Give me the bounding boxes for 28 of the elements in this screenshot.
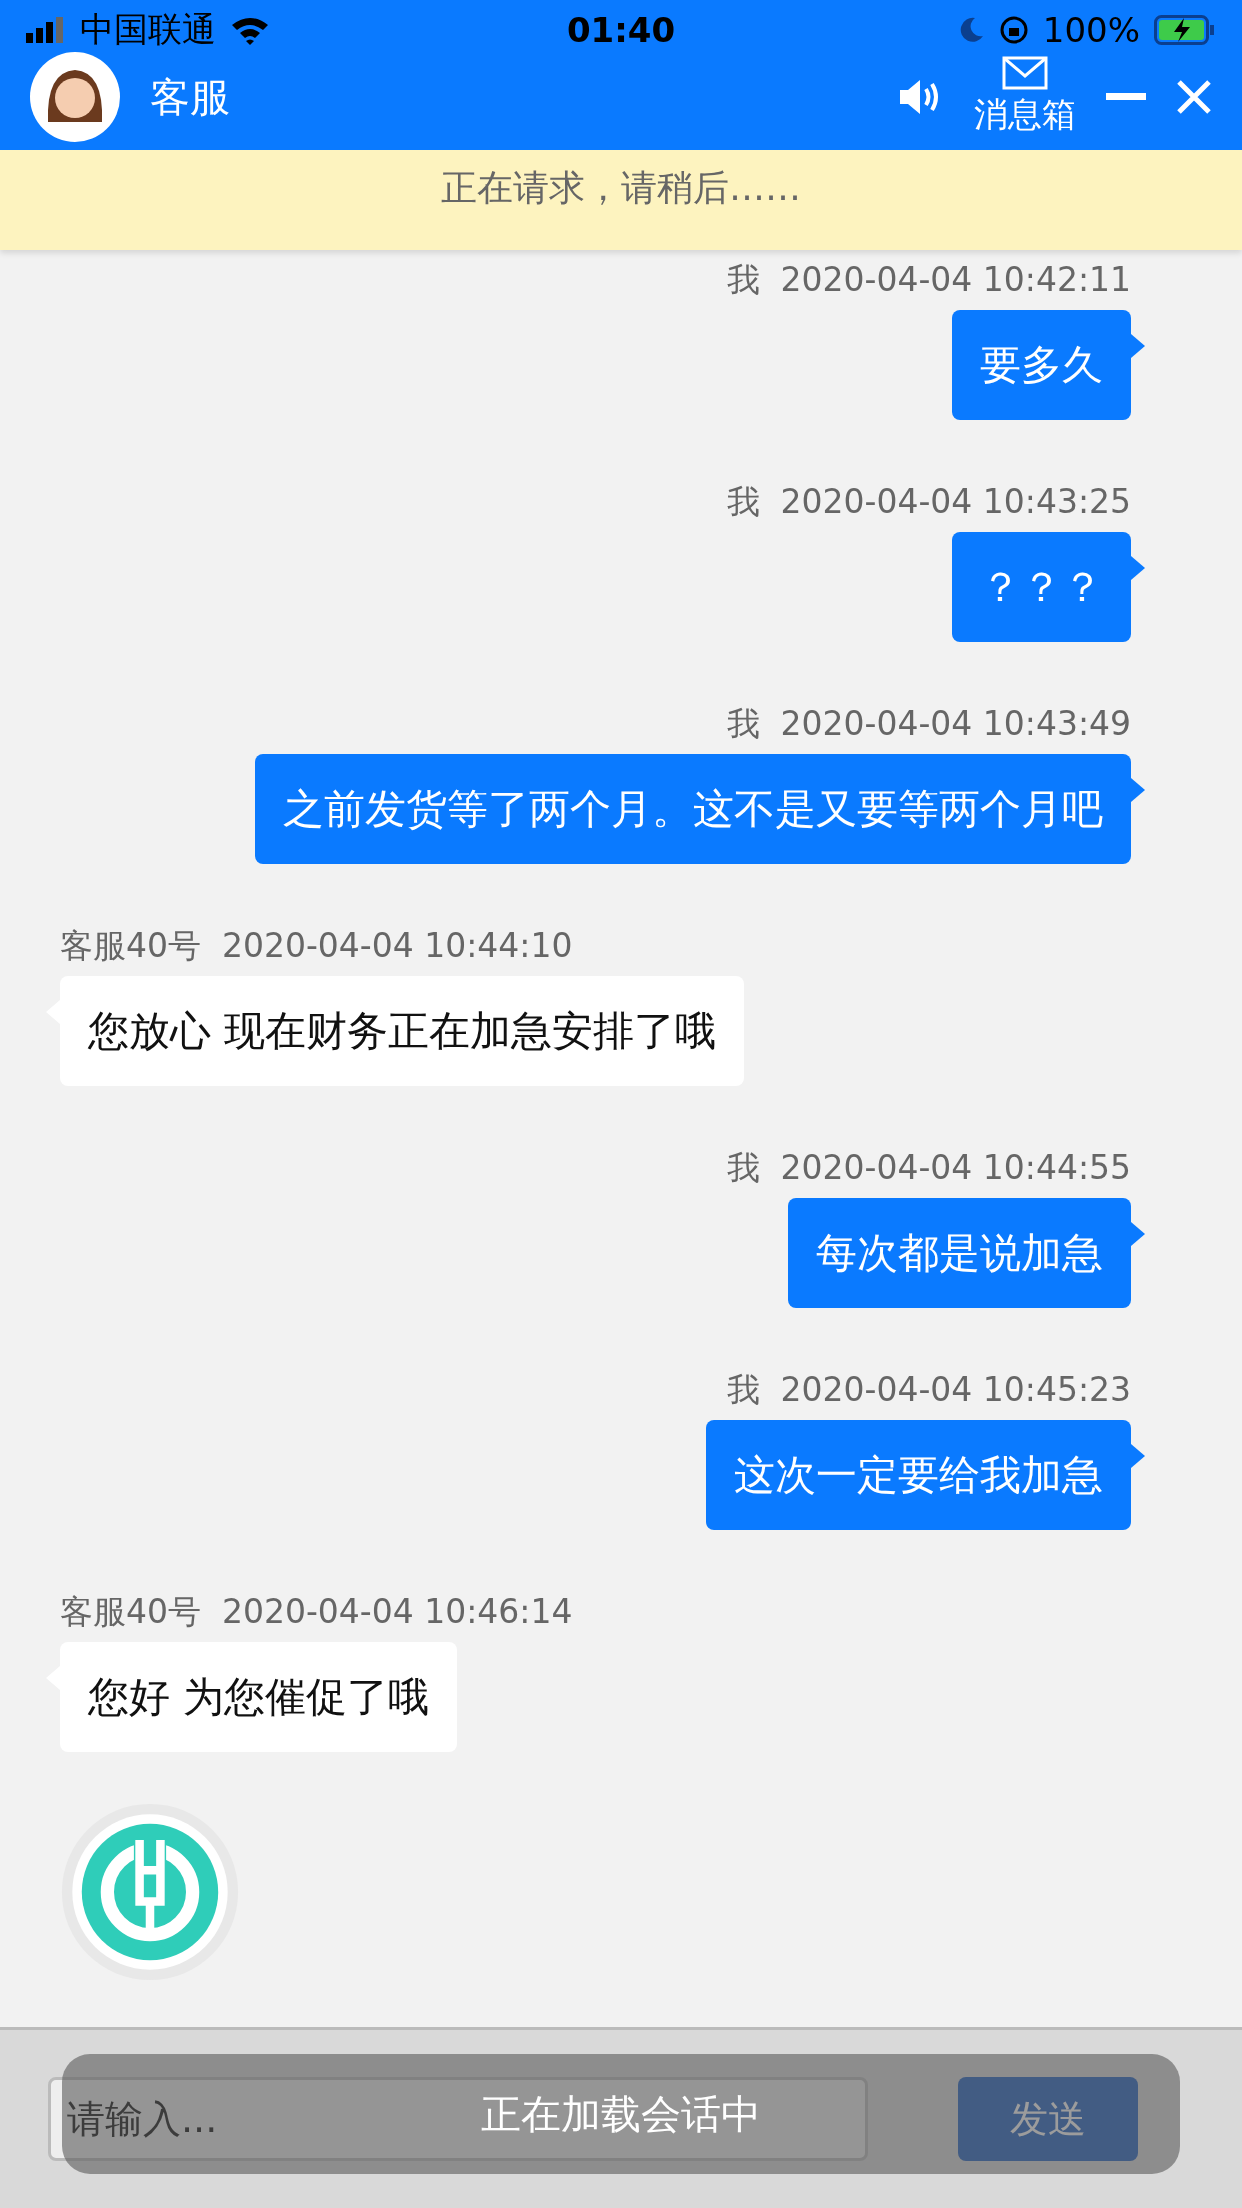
battery-icon bbox=[1154, 15, 1216, 45]
carrier-name: 中国联通 bbox=[80, 8, 216, 51]
message-meta: 我 2020-04-04 10:44:55 bbox=[726, 1147, 1131, 1189]
message-meta: 我 2020-04-04 10:45:23 bbox=[726, 1369, 1131, 1411]
circle-logo-icon bbox=[60, 1802, 240, 1982]
bubble-tail bbox=[1131, 334, 1145, 358]
message-meta: 客服40号 2020-04-04 10:44:10 bbox=[60, 925, 573, 967]
message-meta: 我 2020-04-04 10:43:49 bbox=[726, 703, 1131, 745]
minimize-icon[interactable] bbox=[1106, 93, 1146, 101]
toast-text: 正在加载会话中 bbox=[481, 2089, 761, 2139]
message-meta: 我 2020-04-04 10:43:25 bbox=[726, 481, 1131, 523]
message-meta: 我 2020-04-04 10:42:11 bbox=[726, 259, 1131, 301]
send-button[interactable]: 发送 bbox=[958, 2077, 1138, 2161]
chat-title: 客服 bbox=[150, 72, 230, 122]
bubble-tail bbox=[1131, 556, 1145, 580]
bubble-tail bbox=[1131, 1444, 1145, 1468]
bubble-tail bbox=[1131, 778, 1145, 802]
wifi-icon bbox=[230, 15, 270, 45]
battery-percent: 100% bbox=[1042, 10, 1140, 50]
close-icon[interactable] bbox=[1176, 79, 1212, 115]
bubble-tail bbox=[1131, 1222, 1145, 1246]
signal-icon bbox=[26, 17, 66, 43]
message-meta: 客服40号 2020-04-04 10:46:14 bbox=[60, 1591, 573, 1633]
notice-text: 正在请求，请稍后…… bbox=[441, 166, 801, 210]
status-time: 01:40 bbox=[565, 10, 677, 50]
inbox-label[interactable]: 消息箱 bbox=[974, 92, 1076, 138]
rotation-lock-icon bbox=[998, 15, 1029, 45]
envelope-icon[interactable] bbox=[1002, 56, 1048, 90]
